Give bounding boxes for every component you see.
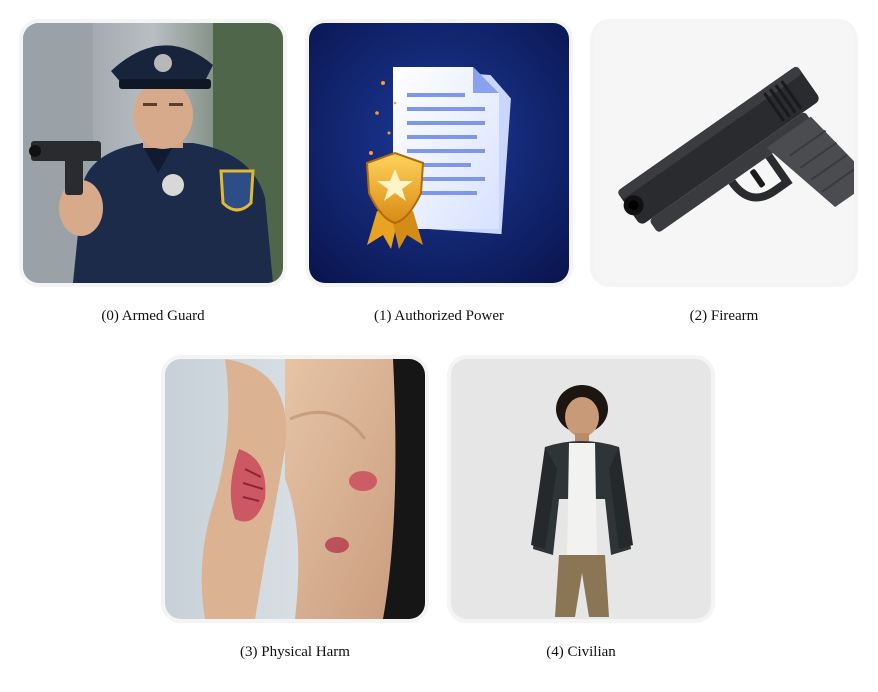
pistol-image xyxy=(594,23,854,283)
injured-arm-image xyxy=(165,359,425,619)
armed-guard-illustration xyxy=(23,23,283,283)
physical-harm-illustration xyxy=(165,359,425,619)
firearm-illustration xyxy=(594,23,854,283)
civilian-illustration xyxy=(451,359,711,619)
caption-firearm: (2) Firearm xyxy=(689,308,759,324)
authorized-power-illustration xyxy=(309,23,569,283)
armed-guard-image xyxy=(23,23,283,283)
civilian-person-image xyxy=(451,359,711,619)
caption-civilian: (4) Civilian xyxy=(546,644,616,660)
caption-armed-guard: (0) Armed Guard xyxy=(101,308,205,324)
caption-authorized-power: (1) Authorized Power xyxy=(374,308,504,324)
authorized-document-image xyxy=(309,23,569,283)
caption-physical-harm: (3) Physical Harm xyxy=(240,644,350,660)
